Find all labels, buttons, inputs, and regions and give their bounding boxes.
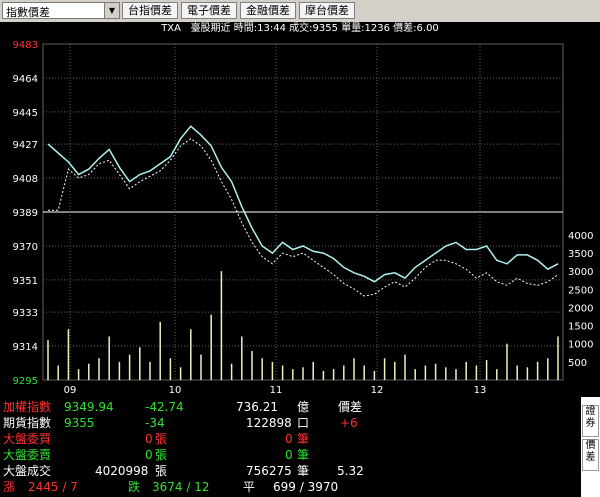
time-tick-label: 11 <box>270 385 283 396</box>
index-spread-select[interactable]: 指數價差 ▼ <box>2 2 120 19</box>
row1-label: 加權指數 <box>3 400 52 414</box>
row5-ratio: 5.32 <box>337 464 364 478</box>
time-tick-label: 12 <box>371 385 384 396</box>
volume-tick-label: 3500 <box>568 249 593 260</box>
flat-count: 699 / 3970 <box>273 480 339 494</box>
quote-panel: 加權指數 9349.94 -42.74 736.21 億 價差 期貨指數 935… <box>0 397 580 497</box>
time-label: 時間:13:44 <box>233 23 286 34</box>
row4-unit2: 筆 <box>297 448 310 462</box>
down-label: 跌 <box>128 480 141 494</box>
time-tick-label: 13 <box>474 385 487 396</box>
info-bar: TXA 臺股期近 時間:13:44 成交:9355 單量:1236 價差:6.0… <box>0 22 600 36</box>
price-tick-label: 9351 <box>13 276 38 287</box>
row5-unit: 張 <box>155 464 168 478</box>
flat-label: 平 <box>243 480 256 494</box>
side-panel: 證券 價差 <box>581 397 600 497</box>
trade-label: 成交:9355 <box>289 23 338 34</box>
chevron-down-icon[interactable]: ▼ <box>104 3 119 18</box>
row3-value: 0 <box>145 432 153 446</box>
volume-tick-label: 4000 <box>568 231 593 242</box>
intraday-chart: 9483 9464 9445 9427 9408 9389 9370 9351 9333 9314… <box>13 40 594 396</box>
row3-unit: 張 <box>155 432 168 446</box>
select-value: 指數價差 <box>6 6 50 19</box>
row2-unit: 口 <box>297 416 310 430</box>
taiex-spread-button[interactable]: 台指價差 <box>122 2 178 19</box>
price-tick-label: 9295 <box>13 376 38 387</box>
price-tick-label: 9483 <box>13 40 38 51</box>
msci-spread-button[interactable]: 摩台價差 <box>299 2 355 19</box>
spread-value: +6 <box>340 416 358 430</box>
row5-label: 大盤成交 <box>3 464 52 478</box>
row3-label: 大盤委買 <box>3 432 52 446</box>
time-tick-label: 10 <box>169 385 182 396</box>
symbol: TXA <box>161 23 182 34</box>
row3-unit2: 筆 <box>297 432 310 446</box>
volume-tick-label: 500 <box>568 358 587 369</box>
price-tick-label: 9464 <box>13 74 38 85</box>
row5-value: 4020998 <box>95 464 149 478</box>
row1-change: -42.74 <box>145 400 184 414</box>
volume-tick-label: 3000 <box>568 267 593 278</box>
row3-value2: 0 <box>285 432 293 446</box>
row5-value2: 756275 <box>246 464 292 478</box>
tab-spread[interactable]: 價差 <box>582 439 599 471</box>
price-tick-label: 9389 <box>13 208 38 219</box>
up-count: 2445 / 7 <box>28 480 78 494</box>
row2-change: -34 <box>145 416 165 430</box>
row4-value: 0 <box>145 448 153 462</box>
futures-line <box>47 125 559 283</box>
time-tick-label: 09 <box>64 385 77 396</box>
price-tick-label: 9333 <box>13 308 38 319</box>
price-tick-label: 9370 <box>13 242 38 253</box>
toolbar: 指數價差 ▼ 台指價差 電子價差 金融價差 摩台價差 <box>0 0 600 22</box>
up-label: 漲 <box>3 480 16 494</box>
row4-label: 大盤委賣 <box>3 448 52 462</box>
volume-tick-label: 2500 <box>568 285 593 296</box>
row1-unit: 億 <box>297 400 310 414</box>
volume-tick-label: 1500 <box>568 322 593 333</box>
row4-value2: 0 <box>285 448 293 462</box>
contract: 臺股期近 <box>190 23 231 34</box>
spread-title: 價差 <box>338 400 363 414</box>
electronics-spread-button[interactable]: 電子價差 <box>181 2 237 19</box>
row4-unit: 張 <box>155 448 168 462</box>
spread-label: 價差:6.00 <box>393 23 439 34</box>
tab-securities[interactable]: 證券 <box>582 405 599 437</box>
row2-label: 期貨指數 <box>3 416 52 430</box>
volume-label: 單量:1236 <box>341 23 390 34</box>
row1-amount: 736.21 <box>236 400 278 414</box>
finance-spread-button[interactable]: 金融價差 <box>240 2 296 19</box>
price-tick-label: 9445 <box>13 108 38 119</box>
volume-tick-label: 1000 <box>568 340 593 351</box>
index-line <box>48 138 559 297</box>
price-tick-label: 9408 <box>13 174 38 185</box>
row2-price: 9355 <box>64 416 95 430</box>
down-count: 3674 / 12 <box>152 480 210 494</box>
row2-qty: 122898 <box>246 416 292 430</box>
row1-price: 9349.94 <box>64 400 114 414</box>
row5-unit2: 筆 <box>297 464 310 478</box>
price-tick-label: 9427 <box>13 140 38 151</box>
price-tick-label: 9314 <box>13 342 38 353</box>
volume-tick-label: 2000 <box>568 303 593 314</box>
